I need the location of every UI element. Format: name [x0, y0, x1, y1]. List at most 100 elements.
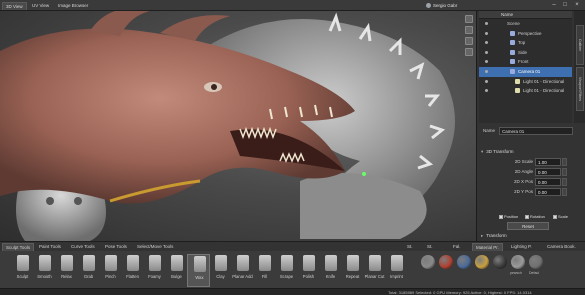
visibility-icon[interactable] — [485, 69, 488, 73]
outliner-row-front[interactable]: Front — [479, 57, 572, 67]
material-swatch[interactable] — [475, 255, 489, 269]
visibility-icon[interactable] — [485, 89, 488, 93]
material-swatch[interactable] — [439, 255, 453, 269]
tool-sculpt[interactable]: Sculpt — [11, 254, 34, 287]
outliner-row-top[interactable]: Top — [479, 38, 572, 48]
camera-icon[interactable] — [465, 26, 473, 34]
tool-planar-add[interactable]: Planar Add — [231, 254, 254, 287]
material-swatch[interactable] — [529, 255, 543, 269]
tool-bulge[interactable]: Bulge — [165, 254, 188, 287]
field-input[interactable]: 1.00 — [535, 158, 561, 166]
outliner-row-perspective[interactable]: Perspective — [479, 29, 572, 39]
tab-image-browser[interactable]: Image Browser — [55, 2, 91, 10]
tab-3d-view[interactable]: 3D View — [2, 2, 27, 10]
planar-cut-brush-icon — [369, 255, 381, 271]
tab-curve-tools[interactable]: Curve Tools — [68, 243, 98, 251]
outliner-row-camera-01[interactable]: Camera 01 — [479, 66, 572, 77]
field-input[interactable]: 0.00 — [535, 178, 561, 186]
tab-uv-view[interactable]: UV View — [29, 2, 52, 10]
light-icon[interactable] — [465, 48, 473, 56]
maximize-icon[interactable]: □ — [561, 1, 569, 9]
tab-paint-tools[interactable]: Paint Tools — [36, 243, 64, 251]
tool-pinch[interactable]: Pinch — [99, 254, 122, 287]
outliner-row-light-01[interactable]: Light 01 - Directional — [479, 77, 572, 87]
tool-smooth[interactable]: Smooth — [33, 254, 56, 287]
tab-pose-tools[interactable]: Pose Tools — [102, 243, 130, 251]
scale-checkbox[interactable]: Scale — [553, 214, 568, 219]
tool-flatten[interactable]: Flatten — [121, 254, 144, 287]
visibility-icon[interactable] — [485, 50, 488, 54]
camera-icon — [510, 49, 515, 55]
tab-camera-bookmarks[interactable]: Camera Book. — [544, 243, 579, 251]
material-swatch[interactable] — [457, 255, 471, 269]
outliner-row-light-02[interactable]: Light 01 - Directional — [479, 86, 572, 96]
field-2d-angle: 2D Angle 0.00 — [507, 168, 569, 176]
outliner-header: Name — [479, 11, 572, 19]
tool-grab[interactable]: Grab — [77, 254, 100, 287]
reset-button[interactable]: Reset — [507, 222, 549, 230]
view-icon[interactable] — [465, 15, 473, 23]
name-field[interactable]: Camera 01 — [499, 127, 573, 135]
outliner-row-label: Scene — [507, 21, 520, 26]
tab-lighting-presets[interactable]: Lighting P. — [508, 243, 535, 251]
fill-brush-icon — [259, 255, 271, 271]
knife-brush-icon — [325, 255, 337, 271]
spinner-icon[interactable] — [562, 178, 567, 186]
material-swatch[interactable] — [511, 255, 525, 269]
tool-imprint[interactable]: Imprint — [385, 254, 408, 287]
tool-repeat[interactable]: Repeat — [341, 254, 364, 287]
tab-stencils[interactable]: St. — [424, 243, 436, 251]
field-input[interactable]: 0.00 — [535, 168, 561, 176]
tool-foamy[interactable]: Foamy — [143, 254, 166, 287]
visibility-icon[interactable] — [485, 22, 488, 25]
field-label: 2D Y Pos — [514, 189, 533, 194]
tool-wax[interactable]: Wax — [187, 254, 210, 287]
field-input[interactable]: 0.00 — [535, 188, 561, 196]
section-3d-transform[interactable]: ▾ 3D Transform — [481, 148, 581, 156]
visibility-icon[interactable] — [485, 31, 488, 35]
bulge-brush-icon — [171, 255, 183, 271]
section-title: 3D Transform — [486, 149, 514, 154]
spinner-icon[interactable] — [562, 158, 567, 166]
tool-clay[interactable]: Clay — [209, 254, 232, 287]
material-swatch[interactable] — [493, 255, 507, 269]
checkbox-icon — [525, 214, 529, 219]
tab-falloff[interactable]: Fal. — [450, 243, 464, 251]
relax-brush-icon — [61, 255, 73, 271]
grid-icon[interactable] — [465, 37, 473, 45]
tab-select-move-tools[interactable]: Select/Move Tools — [134, 243, 176, 251]
tool-fill[interactable]: Fill — [253, 254, 276, 287]
tab-outliner[interactable]: Outliner — [576, 25, 584, 65]
tool-relax[interactable]: Relax — [55, 254, 78, 287]
position-checkbox[interactable]: Position — [499, 214, 518, 219]
visibility-icon[interactable] — [485, 79, 488, 83]
viewport-3d[interactable] — [0, 11, 476, 241]
tool-knife[interactable]: Knife — [319, 254, 342, 287]
material-swatch[interactable] — [421, 255, 435, 269]
minimize-icon[interactable]: – — [550, 1, 558, 9]
tool-planar-cut[interactable]: Planar Cut — [363, 254, 386, 287]
rotation-checkbox[interactable]: Rotation — [525, 214, 545, 219]
spinner-icon[interactable] — [562, 168, 567, 176]
tab-material-presets[interactable]: Material Pr. — [472, 243, 503, 251]
close-icon[interactable]: × — [573, 1, 581, 9]
user-account[interactable]: Sergio Gabr — [426, 2, 457, 9]
right-panel: Name Scene Perspective Top Side Front Ca… — [476, 11, 585, 241]
clay-brush-icon — [215, 255, 227, 271]
camera-icon — [510, 59, 515, 65]
section-transform[interactable]: ▸ Transform — [481, 232, 581, 240]
spinner-icon[interactable] — [562, 188, 567, 196]
tool-scrape[interactable]: Scrape — [275, 254, 298, 287]
field-2d-scale: 2D Scale 1.00 — [507, 158, 569, 166]
outliner-row-scene[interactable]: Scene — [479, 19, 572, 29]
tab-viewport-filters[interactable]: Viewport Filters — [576, 67, 584, 111]
visibility-icon[interactable] — [485, 60, 488, 64]
field-2d-x-pos: 2D X Pos 0.00 — [507, 178, 569, 186]
outliner-row-side[interactable]: Side — [479, 48, 572, 58]
tab-stamps[interactable]: St. — [404, 243, 416, 251]
tool-polish[interactable]: Polish — [297, 254, 320, 287]
visibility-icon[interactable] — [485, 41, 488, 45]
side-tabs: Outliner Viewport Filters — [574, 11, 585, 123]
checkbox-label: Rotation — [530, 214, 545, 219]
tab-sculpt-tools[interactable]: Sculpt Tools — [2, 243, 35, 251]
